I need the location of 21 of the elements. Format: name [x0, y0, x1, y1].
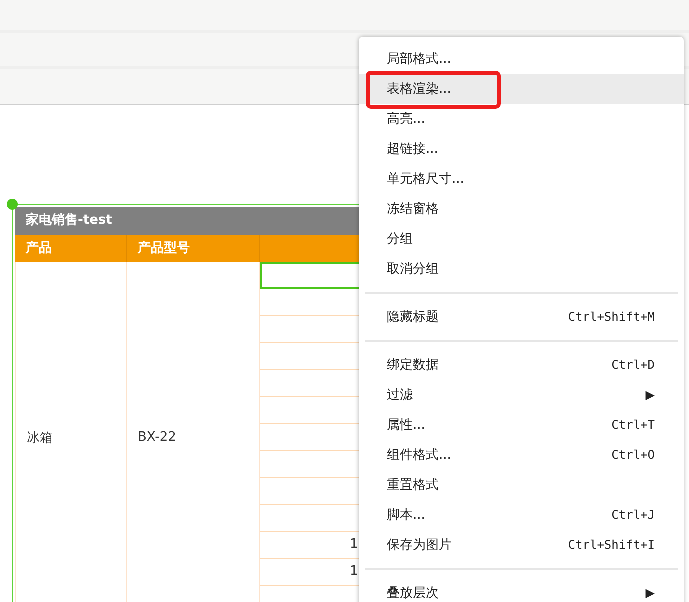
- cell-text: 冰箱: [27, 430, 53, 446]
- shortcut-text: Ctrl+D: [612, 358, 655, 372]
- menu-item-label: 高亮...: [387, 111, 426, 128]
- submenu-arrow: ▶: [646, 388, 655, 402]
- submenu-arrow: ▶: [646, 586, 655, 600]
- shortcut-text: Ctrl+J: [612, 508, 655, 522]
- menu-item-label: 表格渲染...: [387, 81, 452, 98]
- menu-item[interactable]: 局部格式...: [359, 44, 684, 74]
- menu-item-label: 局部格式...: [387, 51, 452, 68]
- menu-item[interactable]: 单元格尺寸...: [359, 164, 684, 194]
- shortcut-text: Ctrl+Shift+I: [568, 538, 655, 552]
- shortcut-text: Ctrl+T: [612, 418, 655, 432]
- menu-item-label: 单元格尺寸...: [387, 171, 466, 188]
- menu-item-label: 过滤: [387, 387, 414, 404]
- menu-item[interactable]: 高亮...: [359, 104, 684, 134]
- shortcut-text: Ctrl+Shift+M: [568, 310, 655, 324]
- resize-handle[interactable]: [7, 199, 18, 210]
- menu-item-label: 超链接...: [387, 141, 440, 158]
- menu-item[interactable]: 超链接...: [359, 134, 684, 164]
- shortcut-text: Ctrl+O: [612, 448, 655, 462]
- cell-text: BX-22: [138, 430, 176, 445]
